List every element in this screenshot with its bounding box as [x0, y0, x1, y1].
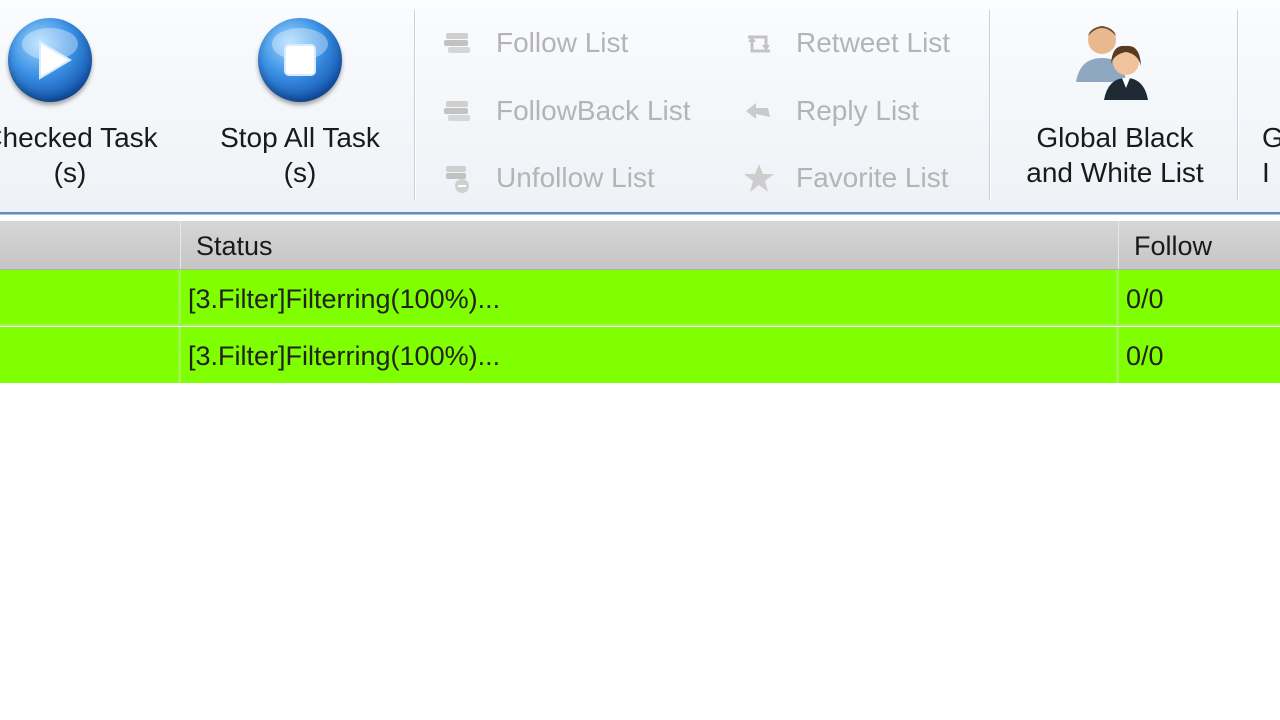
status-cell: [3.Filter]Filterring(100%)...	[188, 341, 501, 371]
column-separator	[180, 221, 181, 269]
row-cell-divider	[1116, 327, 1119, 383]
users-icon	[1068, 20, 1158, 104]
follow-cell: 0/0	[1126, 284, 1164, 314]
follow-cell: 0/0	[1126, 341, 1164, 371]
ribbon-toolbar: Checked Task (s) Stop All Task (s) Follo…	[0, 0, 1280, 214]
next-ribbon-label: G I	[1262, 122, 1280, 188]
task-grid-header: Status Follow	[0, 221, 1280, 270]
global-black-white-list-button[interactable]: Global Black and White List	[1000, 0, 1230, 210]
ribbon-separator	[989, 10, 990, 200]
row-cell-divider	[1116, 270, 1119, 326]
next-ribbon-button-partial[interactable]: G I	[1262, 0, 1280, 210]
grid-empty-area[interactable]	[0, 384, 1280, 720]
status-column-header[interactable]: Status	[196, 221, 273, 269]
unfollow-list-icon	[442, 162, 476, 194]
global-list-label: Global Black and White List	[1026, 122, 1204, 188]
ribbon-separator	[1237, 10, 1238, 200]
row-cell-divider	[178, 327, 181, 383]
table-row[interactable]: [3.Filter]Filterring(100%)... 0/0	[0, 270, 1280, 326]
followback-list-icon	[442, 95, 476, 127]
follow-list-icon	[442, 27, 476, 59]
follow-column-header[interactable]: Follow	[1134, 221, 1212, 269]
row-cell-divider	[178, 270, 181, 326]
row-divider	[0, 324, 1280, 326]
status-cell: [3.Filter]Filterring(100%)...	[188, 284, 501, 314]
stop-icon	[258, 18, 342, 102]
play-icon	[8, 18, 92, 102]
start-checked-tasks-button[interactable]: Checked Task (s)	[0, 0, 180, 210]
reply-icon	[742, 95, 776, 127]
retweet-icon	[742, 27, 776, 59]
stop-all-tasks-button[interactable]: Stop All Task (s)	[200, 0, 400, 210]
ribbon-separator	[414, 10, 415, 200]
column-separator	[1118, 221, 1119, 269]
start-checked-label: Checked Task (s)	[0, 122, 158, 188]
stop-all-label: Stop All Task (s)	[220, 122, 380, 188]
star-icon	[742, 162, 776, 194]
table-row[interactable]: [3.Filter]Filterring(100%)... 0/0	[0, 327, 1280, 383]
